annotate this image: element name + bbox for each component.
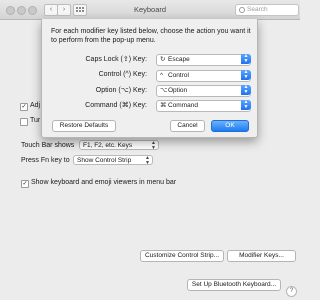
turn-label: Tur (30, 117, 41, 124)
chevron-updown-icon: ▲ ▼ (151, 140, 156, 151)
option-icon: ⌥ (160, 87, 168, 94)
command-value: Command (168, 102, 198, 109)
control-label: Control (^) Key: (98, 71, 147, 78)
search-placeholder: Search (247, 6, 268, 13)
option-value: Option (168, 87, 188, 94)
caps-lock-popup[interactable]: ↻ Escape ▲ ▼ (156, 54, 251, 66)
fn-value: Show Control Strip (77, 157, 132, 164)
search-field[interactable]: Search (235, 4, 299, 16)
modifier-keys-button[interactable]: Modifier Keys... (227, 250, 296, 262)
adjust-label: Adj (30, 102, 41, 109)
command-icon: ⌘ (160, 102, 167, 109)
option-popup[interactable]: ⌥Option ▲ ▼ (156, 85, 251, 97)
adjust-brightness-checkbox[interactable]: ✓ (20, 103, 28, 111)
turn-off-checkbox[interactable] (20, 118, 28, 126)
search-icon (239, 7, 245, 13)
bluetooth-keyboard-button[interactable]: Set Up Bluetooth Keyboard... (187, 279, 281, 291)
fn-select[interactable]: Show Control Strip ▲ ▼ (73, 155, 153, 166)
title-bar: ‹ › Keyboard Search (0, 0, 300, 20)
command-popup[interactable]: ⌘ Command ▲ ▼ (156, 100, 251, 112)
fn-label: Press Fn key to (21, 157, 70, 164)
control-value: Control (168, 72, 189, 79)
cancel-button[interactable]: Cancel (170, 120, 205, 132)
touchbar-value: F1, F2, etc. Keys (83, 142, 133, 149)
escape-icon: ↻ (160, 56, 166, 63)
chevron-updown-icon: ▲ ▼ (241, 70, 251, 80)
chevron-updown-icon: ▲ ▼ (241, 85, 251, 95)
viewers-checkbox[interactable]: ✓ (21, 180, 29, 188)
chevron-updown-icon: ▲ ▼ (145, 155, 150, 166)
chevron-updown-icon: ▲ ▼ (241, 54, 251, 64)
sheet-description: For each modifier key listed below, choo… (51, 28, 251, 44)
caps-lock-label: Caps Lock (⇪) Key: (85, 56, 148, 63)
caps-lock-value: Escape (168, 56, 190, 63)
command-label: Command (⌘) Key: (85, 102, 147, 109)
control-popup[interactable]: ^ Control ▲ ▼ (156, 70, 251, 82)
help-icon[interactable]: ? (286, 286, 297, 297)
touchbar-label: Touch Bar shows (21, 142, 75, 149)
modifier-keys-sheet: For each modifier key listed below, choo… (41, 19, 258, 138)
chevron-updown-icon: ▲ ▼ (241, 100, 251, 110)
customize-control-strip-button[interactable]: Customize Control Strip... (140, 250, 224, 262)
restore-defaults-button[interactable]: Restore Defaults (52, 120, 116, 132)
ok-button[interactable]: OK (211, 120, 249, 132)
viewers-label: Show keyboard and emoji viewers in menu … (31, 179, 177, 186)
touchbar-select[interactable]: F1, F2, etc. Keys ▲ ▼ (79, 140, 159, 151)
control-icon: ^ (160, 72, 164, 79)
option-label: Option (⌥) Key: (95, 87, 147, 94)
